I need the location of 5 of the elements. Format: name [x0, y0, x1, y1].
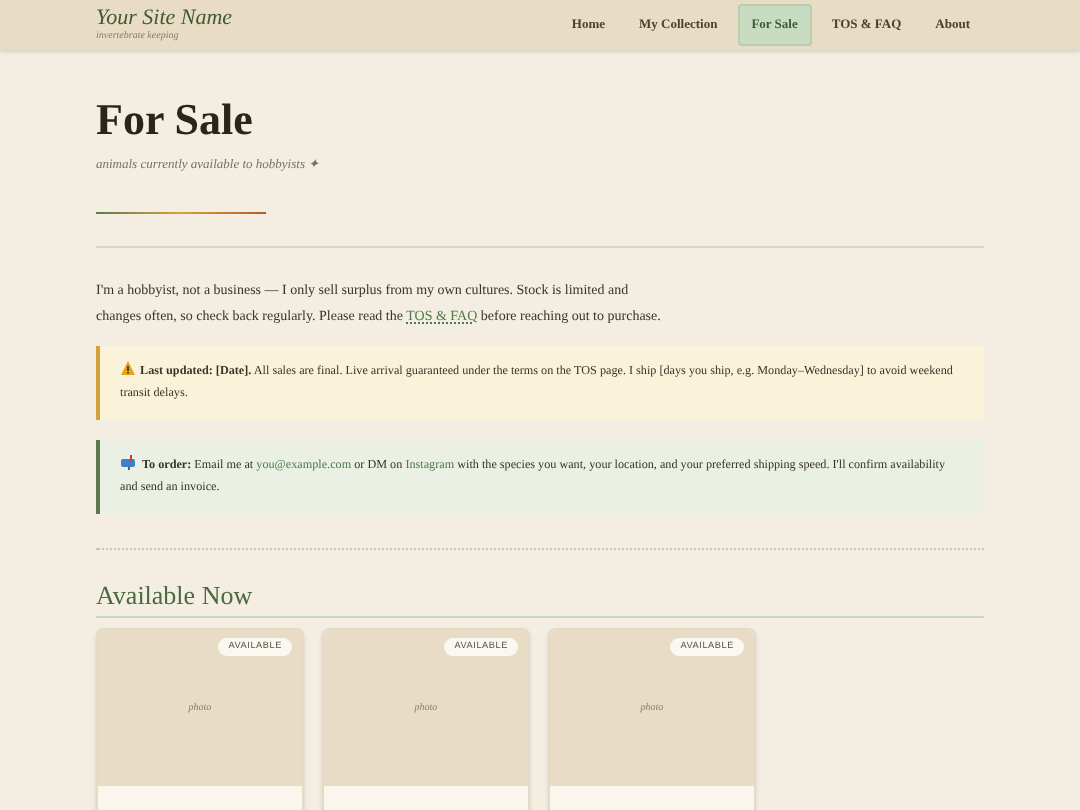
- warning-icon: [120, 360, 136, 377]
- mailbox-icon: [120, 454, 138, 471]
- site-name[interactable]: Your Site Name: [96, 6, 233, 30]
- page-title: For Sale: [96, 94, 255, 146]
- section-heading: Available Now: [96, 580, 984, 619]
